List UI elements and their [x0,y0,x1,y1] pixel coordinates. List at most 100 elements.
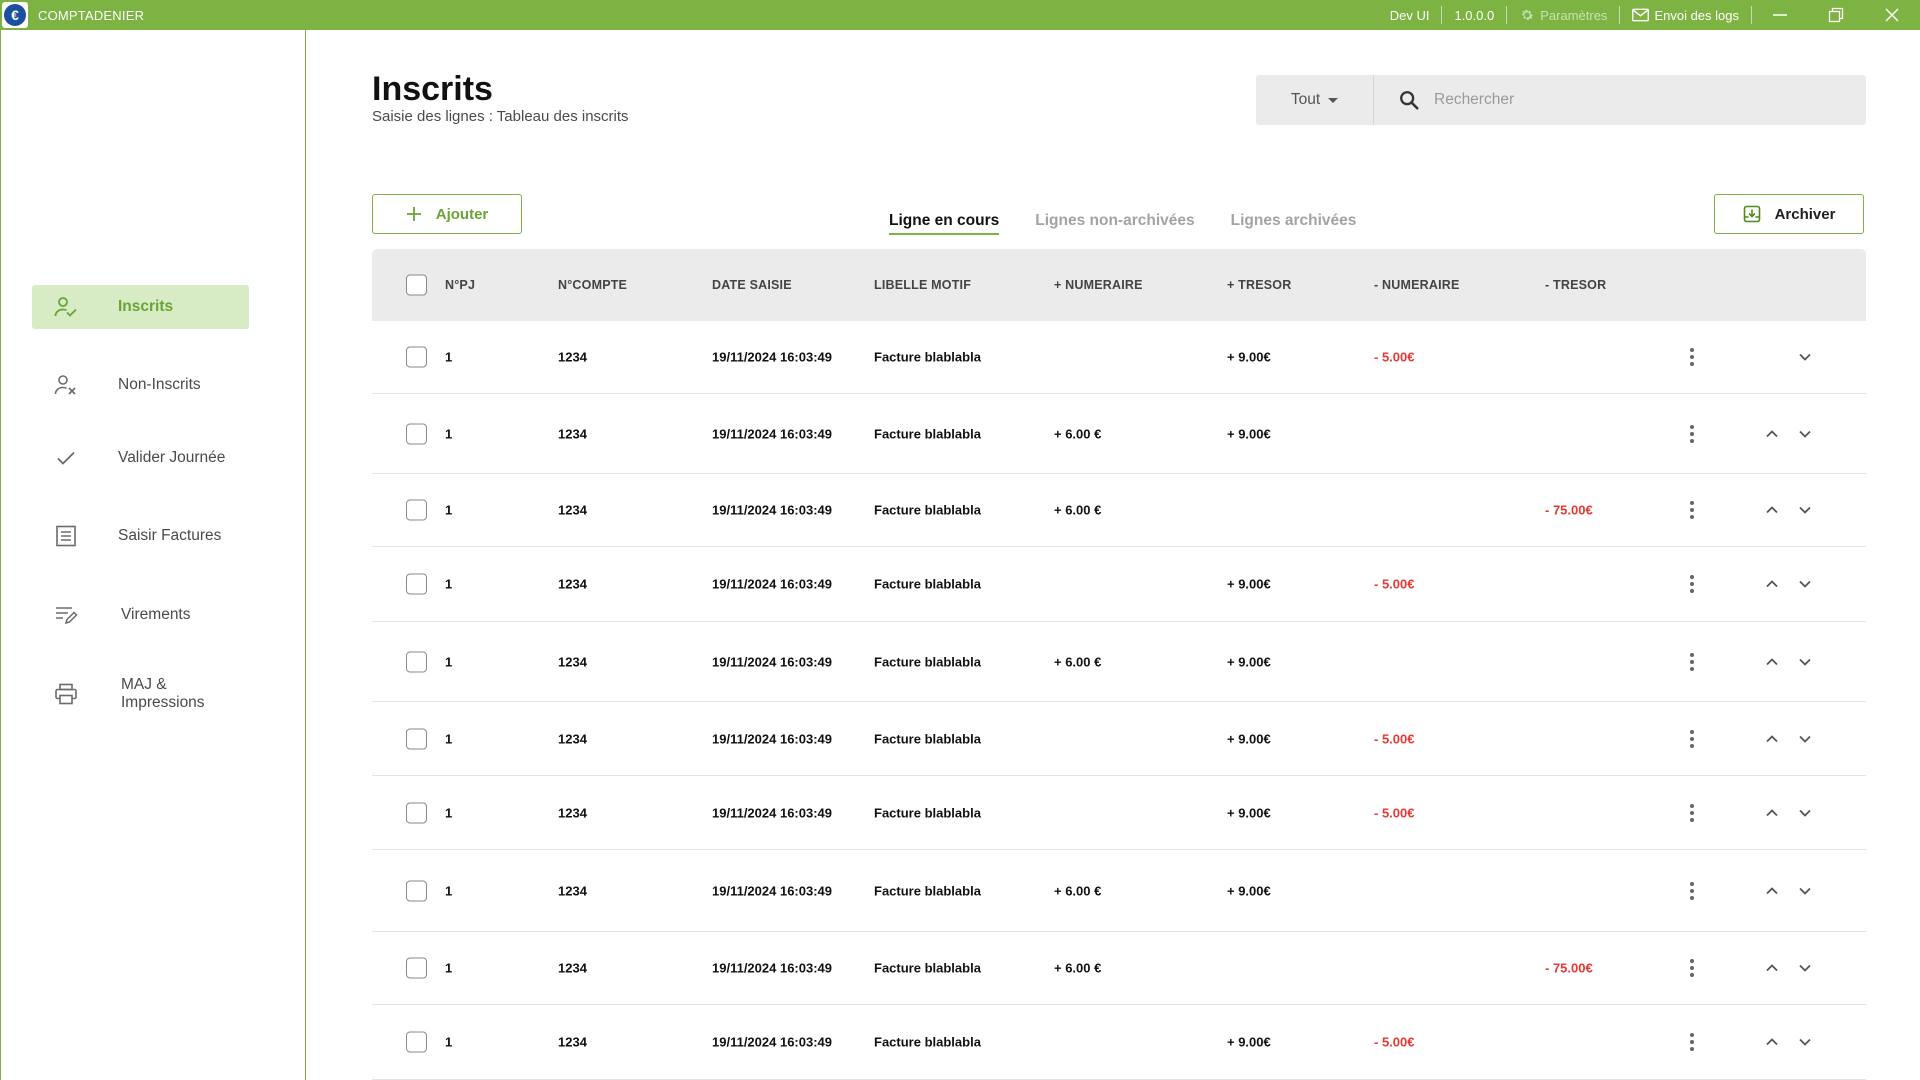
more-vertical-icon[interactable] [1689,348,1695,366]
chevron-down-icon[interactable] [1797,502,1813,518]
search-input[interactable] [1434,91,1834,109]
cell-compte: 1234 [558,1034,587,1050]
more-vertical-icon[interactable] [1689,575,1695,593]
sidebar-item-virements[interactable]: Virements [32,593,249,637]
chevron-up-icon[interactable] [1764,576,1780,592]
more-vertical-icon[interactable] [1689,424,1695,443]
add-button-label: Ajouter [435,205,489,223]
settings-button[interactable]: Paramètres [1507,6,1619,24]
edit-note-icon [56,607,78,625]
chevron-up-icon[interactable] [1764,1034,1780,1050]
printer-icon [55,683,77,705]
tab-lignes-non-archivees[interactable]: Lignes non-archivées [1035,212,1194,235]
sidebar-item-label: Virements [121,606,191,623]
add-button[interactable]: Ajouter [372,194,522,234]
table-row[interactable]: 1 1234 19/11/2024 16:03:49 Facture blablabl… [372,932,1866,1005]
chevron-up-icon[interactable] [1764,883,1780,899]
chevron-up-icon[interactable] [1764,502,1780,518]
table-row[interactable]: 1 1234 19/11/2024 16:03:49 Facture blablabl… [372,394,1866,474]
chevron-down-icon[interactable] [1797,654,1813,670]
cell-plus-tre: + 9.00€ [1227,576,1271,592]
cell-pj: 1 [445,1034,453,1050]
column-header: - NUMERAIRE [1374,278,1460,292]
chevron-down-icon[interactable] [1797,731,1813,747]
chevron-down-icon[interactable] [1797,576,1813,592]
send-logs-label: Envoi des logs [1654,7,1739,23]
chevron-up-icon[interactable] [1764,654,1780,670]
cell-pj: 1 [445,731,453,746]
cell-plus-tre: + 9.00€ [1227,349,1271,365]
archive-button-label: Archiver [1774,205,1836,223]
table-row[interactable]: 1 1234 19/11/2024 16:03:49 Facture blablabl… [372,547,1866,622]
row-checkbox[interactable] [406,802,427,823]
cell-date: 19/11/2024 16:03:49 [712,805,832,820]
cell-libelle: Facture blablabla [874,349,981,365]
table-row[interactable]: 1 1234 19/11/2024 16:03:49 Facture blablabl… [372,321,1866,394]
tab-ligne-en-cours[interactable]: Ligne en cours [889,212,1000,235]
chevron-up-icon[interactable] [1764,805,1780,821]
chevron-down-icon[interactable] [1797,883,1813,899]
more-vertical-icon[interactable] [1689,501,1695,519]
row-checkbox[interactable] [406,957,427,979]
restore-button[interactable] [1808,0,1864,30]
more-vertical-icon[interactable] [1689,652,1695,671]
table-row[interactable]: 1 1234 19/11/2024 16:03:49 Facture blablabl… [372,622,1866,702]
euro-icon: € [4,4,26,26]
sidebar-item-maj-impressions[interactable]: MAJ & Impressions [32,672,249,716]
tab-lignes-archivees[interactable]: Lignes archivées [1231,212,1357,235]
send-logs-button[interactable]: Envoi des logs [1620,6,1751,24]
table-row[interactable]: 1 1234 19/11/2024 16:03:49 Facture blablabl… [372,776,1866,850]
cell-date: 19/11/2024 16:03:49 [712,349,832,365]
cell-libelle: Facture blablabla [874,426,981,441]
cell-moins-num: - 5.00€ [1374,576,1415,592]
column-header: N°COMPTE [558,278,628,292]
cell-plus-tre: + 9.00€ [1227,883,1271,898]
more-vertical-icon[interactable] [1689,959,1695,977]
more-vertical-icon[interactable] [1689,803,1695,822]
table-row[interactable]: 1 1234 19/11/2024 16:03:49 Facture blablabl… [372,702,1866,776]
tab-bar: Ligne en cours Lignes non-archivées Lign… [889,212,1356,235]
env-label: Dev UI [1389,7,1430,23]
row-checkbox[interactable] [406,651,427,672]
chevron-up-icon[interactable] [1764,426,1780,442]
search-icon [1400,91,1419,110]
more-vertical-icon[interactable] [1689,881,1695,900]
sidebar-item-non-inscrits[interactable]: Non-Inscrits [32,363,249,407]
row-checkbox[interactable] [406,499,427,521]
cell-moins-num: - 5.00€ [1374,731,1415,746]
chevron-down-icon[interactable] [1797,426,1813,442]
archive-button[interactable]: Archiver [1714,194,1864,234]
close-window-button[interactable] [1864,0,1920,30]
table-row[interactable]: 1 1234 19/11/2024 16:03:49 Facture blablabl… [372,474,1866,547]
row-checkbox[interactable] [406,880,427,901]
table-body: 1 1234 19/11/2024 16:03:49 Facture blablabl… [372,321,1866,1080]
more-vertical-icon[interactable] [1689,1033,1695,1051]
row-checkbox[interactable] [406,1031,427,1053]
more-vertical-icon[interactable] [1689,729,1695,748]
filter-select[interactable]: Tout [1256,75,1374,125]
column-header: DATE SAISIE [712,278,792,292]
chevron-down-icon[interactable] [1797,805,1813,821]
cell-libelle: Facture blablabla [874,883,981,898]
table-row[interactable]: 1 1234 19/11/2024 16:03:49 Facture blablabl… [372,1005,1866,1080]
chevron-up-icon[interactable] [1764,960,1780,976]
select-all-checkbox[interactable] [406,274,427,296]
row-checkbox[interactable] [406,346,427,368]
table-header: N°PJ N°COMPTE DATE SAISIE LIBELLE MOTIF … [372,249,1866,321]
chevron-down-icon[interactable] [1797,1034,1813,1050]
cell-plus-tre: + 9.00€ [1227,1034,1271,1050]
chevron-up-icon[interactable] [1764,731,1780,747]
sidebar-item-saisir-factures[interactable]: Saisir Factures [32,514,249,558]
row-checkbox[interactable] [406,728,427,749]
chevron-down-icon[interactable] [1797,349,1813,365]
row-checkbox[interactable] [406,423,427,444]
sidebar-item-inscrits[interactable]: Inscrits [32,285,249,329]
table-row[interactable]: 1 1234 19/11/2024 16:03:49 Facture blablabl… [372,850,1866,932]
chevron-down-icon[interactable] [1797,960,1813,976]
sidebar-item-valider-journee[interactable]: Valider Journée [32,436,249,480]
cell-libelle: Facture blablabla [874,654,981,669]
minimize-button[interactable] [1752,0,1808,30]
cell-compte: 1234 [558,349,587,365]
cell-pj: 1 [445,960,453,976]
row-checkbox[interactable] [406,573,427,595]
